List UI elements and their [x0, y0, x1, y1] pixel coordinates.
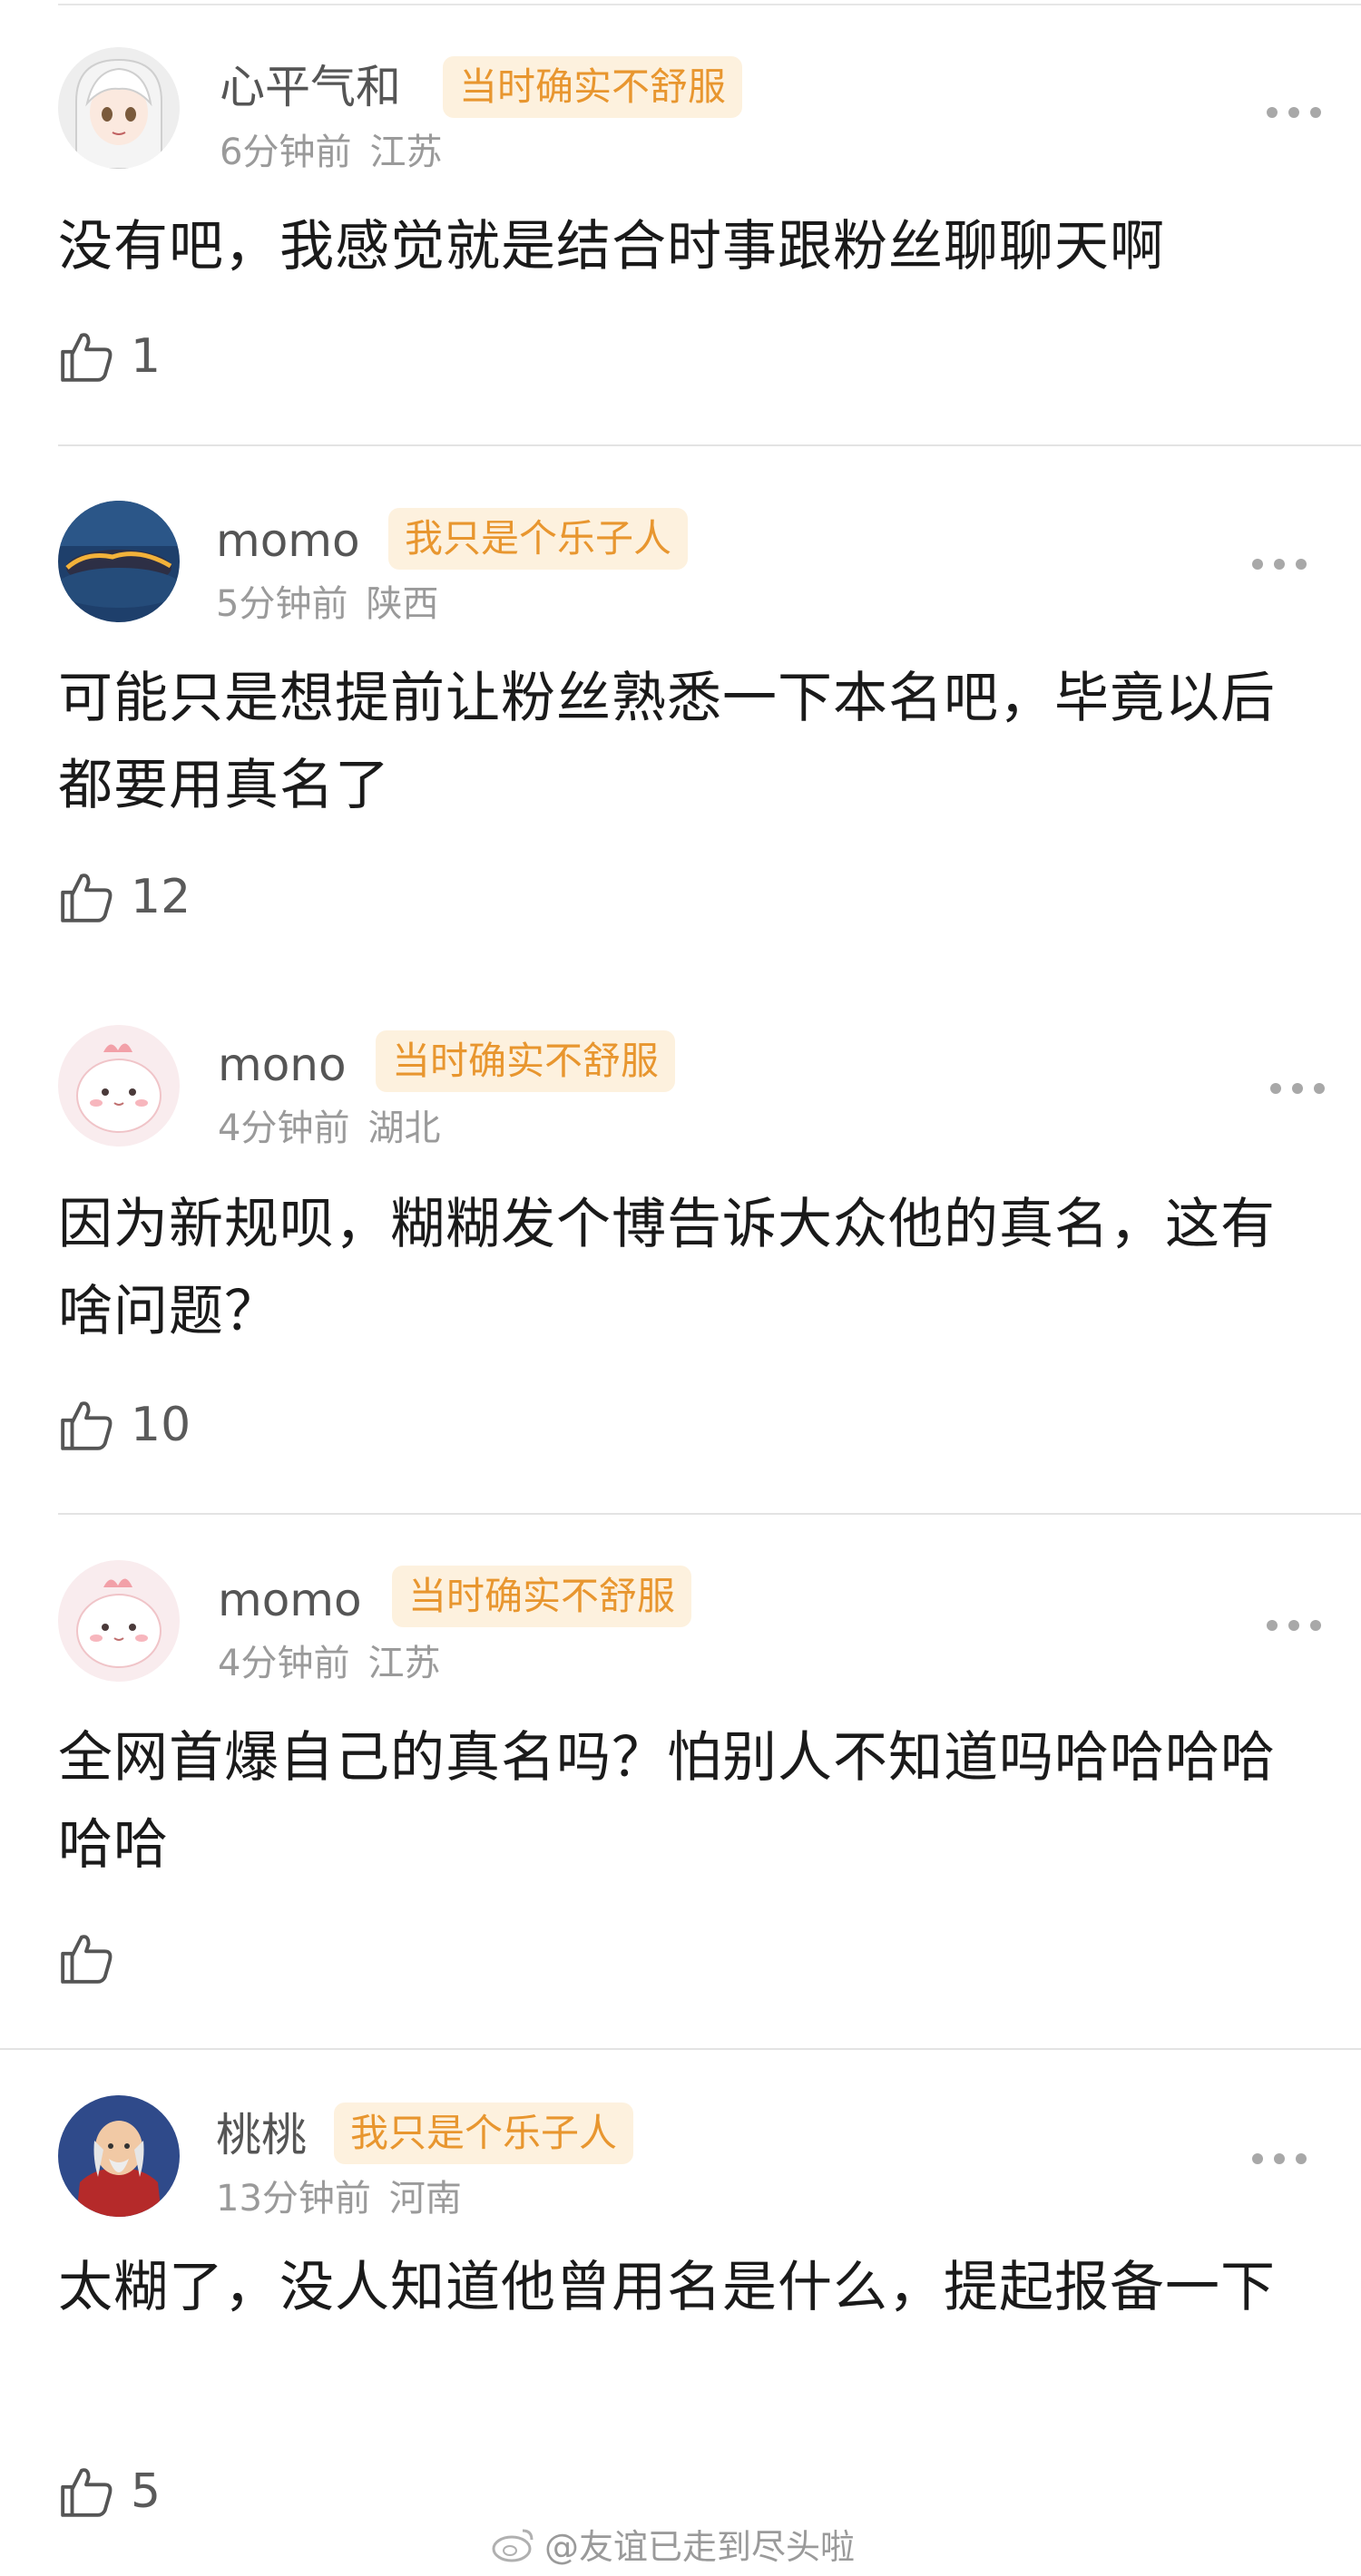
- comment-time: 13分钟前: [216, 2178, 371, 2220]
- more-options-icon[interactable]: [1252, 555, 1310, 573]
- comment-divider: [0, 2048, 1361, 2050]
- like-count: 10: [131, 1398, 191, 1452]
- comment-text: 全网首爆自己的真名吗？怕别人不知道吗哈哈哈哈哈哈: [58, 1726, 1276, 1877]
- comment-text: 没有吧，我感觉就是结合时事跟粉丝聊聊天啊: [58, 215, 1165, 278]
- comment-meta: 13分钟前 河南: [216, 2175, 462, 2222]
- avatar[interactable]: [58, 501, 180, 622]
- like-button[interactable]: [58, 1927, 131, 1990]
- watermark-text: @友谊已走到尽头啦: [544, 2526, 856, 2567]
- more-options-icon[interactable]: [1267, 1616, 1325, 1634]
- like-count: 5: [131, 2464, 162, 2519]
- like-count: 12: [131, 870, 191, 924]
- fan-badge[interactable]: 我只是个乐子人: [334, 2103, 634, 2164]
- comment-meta: 4分钟前 江苏: [218, 1640, 440, 1687]
- thumbs-up-icon: [61, 1935, 113, 1984]
- more-options-icon[interactable]: [1270, 1079, 1328, 1098]
- fan-badge[interactable]: 当时确实不舒服: [392, 1566, 692, 1627]
- sky-cloud-avatar-icon: [58, 501, 180, 622]
- pink-cartoon-avatar-icon: [58, 1025, 180, 1147]
- username[interactable]: momo: [218, 1571, 362, 1629]
- comment-meta: 5分钟前 陕西: [216, 581, 438, 628]
- comment-time: 6分钟前: [220, 132, 352, 173]
- anime-girl-avatar-icon: [58, 47, 180, 169]
- comment-time: 4分钟前: [218, 1643, 350, 1684]
- comment-time: 4分钟前: [218, 1107, 350, 1149]
- thumbs-up-icon: [61, 873, 113, 922]
- fan-badge[interactable]: 当时确实不舒服: [443, 56, 743, 118]
- like-count: 1: [131, 329, 162, 384]
- comment-location: 陕西: [366, 583, 439, 625]
- avatar[interactable]: [58, 47, 180, 169]
- comment-text: 可能只是想提前让粉丝熟悉一下本名吧，毕竟以后都要用真名了: [58, 667, 1276, 817]
- comment-location: 江苏: [367, 1643, 441, 1684]
- avatar[interactable]: [58, 2095, 180, 2217]
- fan-badge[interactable]: 当时确实不舒服: [376, 1030, 676, 1092]
- comment-divider: [58, 1513, 1361, 1515]
- like-button[interactable]: 12: [58, 865, 191, 929]
- avatar[interactable]: [58, 1560, 180, 1682]
- comment-text: 太糊了，没人知道他曾用名是什么，提起报备一下: [58, 2256, 1276, 2319]
- comment-time: 5分钟前: [216, 583, 348, 625]
- anime-elder-avatar-icon: [58, 2095, 180, 2217]
- username[interactable]: 桃桃: [216, 2106, 307, 2164]
- thumbs-up-icon: [61, 2468, 113, 2517]
- comment-meta: 4分钟前 湖北: [218, 1105, 440, 1152]
- comment-location: 江苏: [369, 132, 443, 173]
- comment-location: 湖北: [367, 1107, 441, 1149]
- comment-meta: 6分钟前 江苏: [220, 129, 442, 176]
- more-options-icon[interactable]: [1267, 103, 1325, 122]
- fan-badge[interactable]: 我只是个乐子人: [388, 508, 689, 570]
- thumbs-up-icon: [61, 1401, 113, 1450]
- weibo-watermark: @友谊已走到尽头啦: [490, 2520, 855, 2567]
- like-button[interactable]: 5: [58, 2460, 161, 2523]
- avatar[interactable]: [58, 1025, 180, 1147]
- like-button[interactable]: 10: [58, 1393, 191, 1457]
- username[interactable]: mono: [218, 1036, 347, 1094]
- comment-text: 因为新规呗，糊糊发个博告诉大众他的真名，这有啥问题？: [58, 1193, 1276, 1343]
- username[interactable]: 心平气和: [220, 58, 401, 116]
- comment-divider: [58, 444, 1361, 446]
- like-button[interactable]: 1: [58, 325, 161, 388]
- top-divider: [58, 4, 1361, 5]
- comment-location: 河南: [388, 2178, 462, 2220]
- thumbs-up-icon: [61, 333, 113, 382]
- pink-cartoon-avatar-icon: [58, 1560, 180, 1682]
- weibo-logo-icon: [492, 2529, 534, 2562]
- more-options-icon[interactable]: [1252, 2150, 1310, 2168]
- username[interactable]: momo: [216, 512, 360, 570]
